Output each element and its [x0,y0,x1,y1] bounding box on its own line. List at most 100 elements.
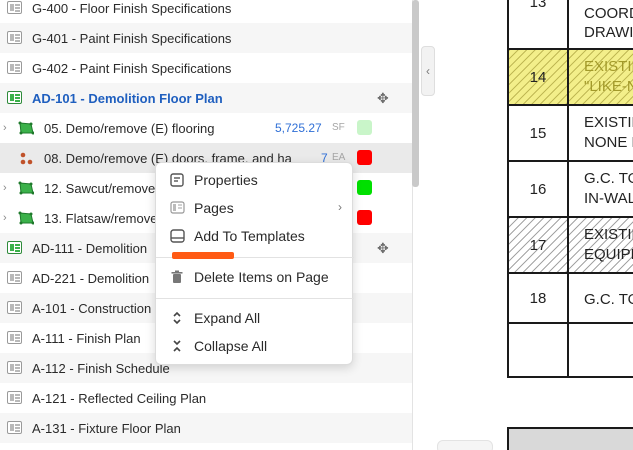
page-label: G-401 - Paint Finish Specifications [32,31,232,46]
page-icon [7,61,22,74]
menu-item-label: Add To Templates [194,228,305,244]
page-row-a121[interactable]: A-121 - Reflected Ceiling Plan [0,383,412,413]
page-label: AD-101 - Demolition Floor Plan [32,91,223,106]
page-icon [7,1,22,14]
row-text: COORD [584,5,633,22]
markup-label: 05. Demo/remove (E) flooring [44,121,215,136]
collapse-icon [169,339,185,355]
table-row-highlighted: 14 EXISTIN "LIKE-N [509,48,633,104]
markup-row-flooring[interactable]: › 05. Demo/remove (E) flooring 5,725.27 … [0,113,412,143]
row-number: 17 [529,237,547,254]
row-text: DRAWIN [584,24,633,41]
row-text: EXISTIN [584,58,633,75]
row-number: 18 [529,290,547,307]
menu-item-collapse-all[interactable]: Collapse All [156,333,354,361]
drawing-viewer[interactable]: 13 COORD DRAWIN 14 EXISTIN "LIKE-N 15 EX… [437,0,633,450]
menu-item-add-to-templates[interactable]: Add To Templates [156,223,354,251]
markup-label: 12. Sawcut/remove [44,181,156,196]
chevron-right-icon[interactable]: › [3,212,13,224]
page-row-g401[interactable]: G-401 - Paint Finish Specifications [0,23,412,53]
page-icon [7,391,22,404]
row-number: 14 [529,69,547,86]
menu-separator [156,298,354,299]
move-icon[interactable]: ✥ [377,91,391,105]
table-row: 16 G.C. TO IN-WAL [509,160,633,216]
markup-quantity: 5,725.27 [275,121,322,135]
page-icon [7,241,22,254]
trash-icon [169,270,185,286]
template-icon [169,229,185,245]
table-row: 18 G.C. TO [509,272,633,322]
menu-item-expand-all[interactable]: Expand All [156,305,354,333]
schedule-table: 13 COORD DRAWIN 14 EXISTIN "LIKE-N 15 EX… [507,0,633,378]
context-menu: Properties Pages › Add To Templates Dele… [155,162,354,365]
menu-item-label: Delete Items on Page [194,269,329,285]
panel-scrollbar[interactable] [412,0,419,187]
page-label: A-112 - Finish Schedule [32,361,170,376]
row-text: NONE E [584,134,633,151]
table-row: 15 EXISTIN NONE E [509,104,633,160]
active-page-icon [7,91,22,104]
chevron-right-icon: › [338,200,342,214]
collapse-panel-button[interactable]: ‹ [421,46,435,96]
page-row-a131[interactable]: A-131 - Fixture Floor Plan [0,413,412,443]
menu-item-properties[interactable]: Properties [156,167,354,195]
page-row-g400[interactable]: G-400 - Floor Finish Specifications [0,0,412,23]
polygon-area-icon [18,121,34,135]
row-text: IN-WAL [584,190,633,207]
page-icon [7,421,22,434]
menu-item-label: Expand All [194,310,261,326]
table-row-empty [509,322,633,376]
table-row: 13 COORD DRAWIN [509,0,633,50]
row-number: 13 [529,0,547,11]
row-text: EQUIPM [584,246,633,263]
row-text: G.C. TO [584,291,633,308]
drawing-block [507,427,633,450]
row-number: 16 [529,181,547,198]
page-icon [7,301,22,314]
polygon-area-icon [18,211,34,225]
markup-label: 13. Flatsaw/remove [44,211,158,226]
pages-icon [169,201,185,217]
page-icon [7,31,22,44]
page-label: A-121 - Reflected Ceiling Plan [32,391,207,406]
page-row-ad101[interactable]: AD-101 - Demolition Floor Plan ✥ [0,83,412,113]
polygon-area-icon [18,181,34,195]
expand-icon [169,311,185,327]
row-text: EXISTIN [584,114,633,131]
color-swatch[interactable] [357,120,372,135]
page-icon [7,271,22,284]
row-text: G.C. TO [584,170,633,187]
page-label: G-400 - Floor Finish Specifications [32,1,232,16]
page-label: G-402 - Paint Finish Specifications [32,61,232,76]
menu-item-label: Collapse All [194,338,268,354]
page-row-g402[interactable]: G-402 - Paint Finish Specifications [0,53,412,83]
page-icon [7,331,22,344]
count-markup-icon [20,152,33,165]
chevron-right-icon[interactable]: › [3,122,13,134]
page-label: AD-221 - Demolition [32,271,150,286]
color-swatch[interactable] [357,150,372,165]
redaction-mark [172,252,234,259]
menu-item-pages[interactable]: Pages › [156,195,354,223]
table-row-hatched: 17 EXISTIN EQUIPM [509,216,633,272]
menu-item-label: Properties [194,172,258,188]
menu-item-label: Pages [194,200,234,216]
properties-icon [169,173,185,189]
page-label: A-101 - Construction [32,301,152,316]
row-number: 15 [529,125,547,142]
chevron-right-icon[interactable]: › [3,182,13,194]
row-text: "LIKE-N [584,78,633,95]
page-label: A-111 - Finish Plan [32,331,141,346]
markup-unit: SF [332,122,345,133]
menu-item-delete-items[interactable]: Delete Items on Page [156,264,354,292]
row-text: EXISTIN [584,226,633,243]
page-label: AD-111 - Demolition [32,241,148,256]
move-icon[interactable]: ✥ [377,241,391,255]
color-swatch[interactable] [357,180,372,195]
viewer-toolbar-edge [437,440,493,450]
color-swatch[interactable] [357,210,372,225]
page-label: A-131 - Fixture Floor Plan [32,421,181,436]
column-divider [567,0,569,376]
page-icon [7,361,22,374]
